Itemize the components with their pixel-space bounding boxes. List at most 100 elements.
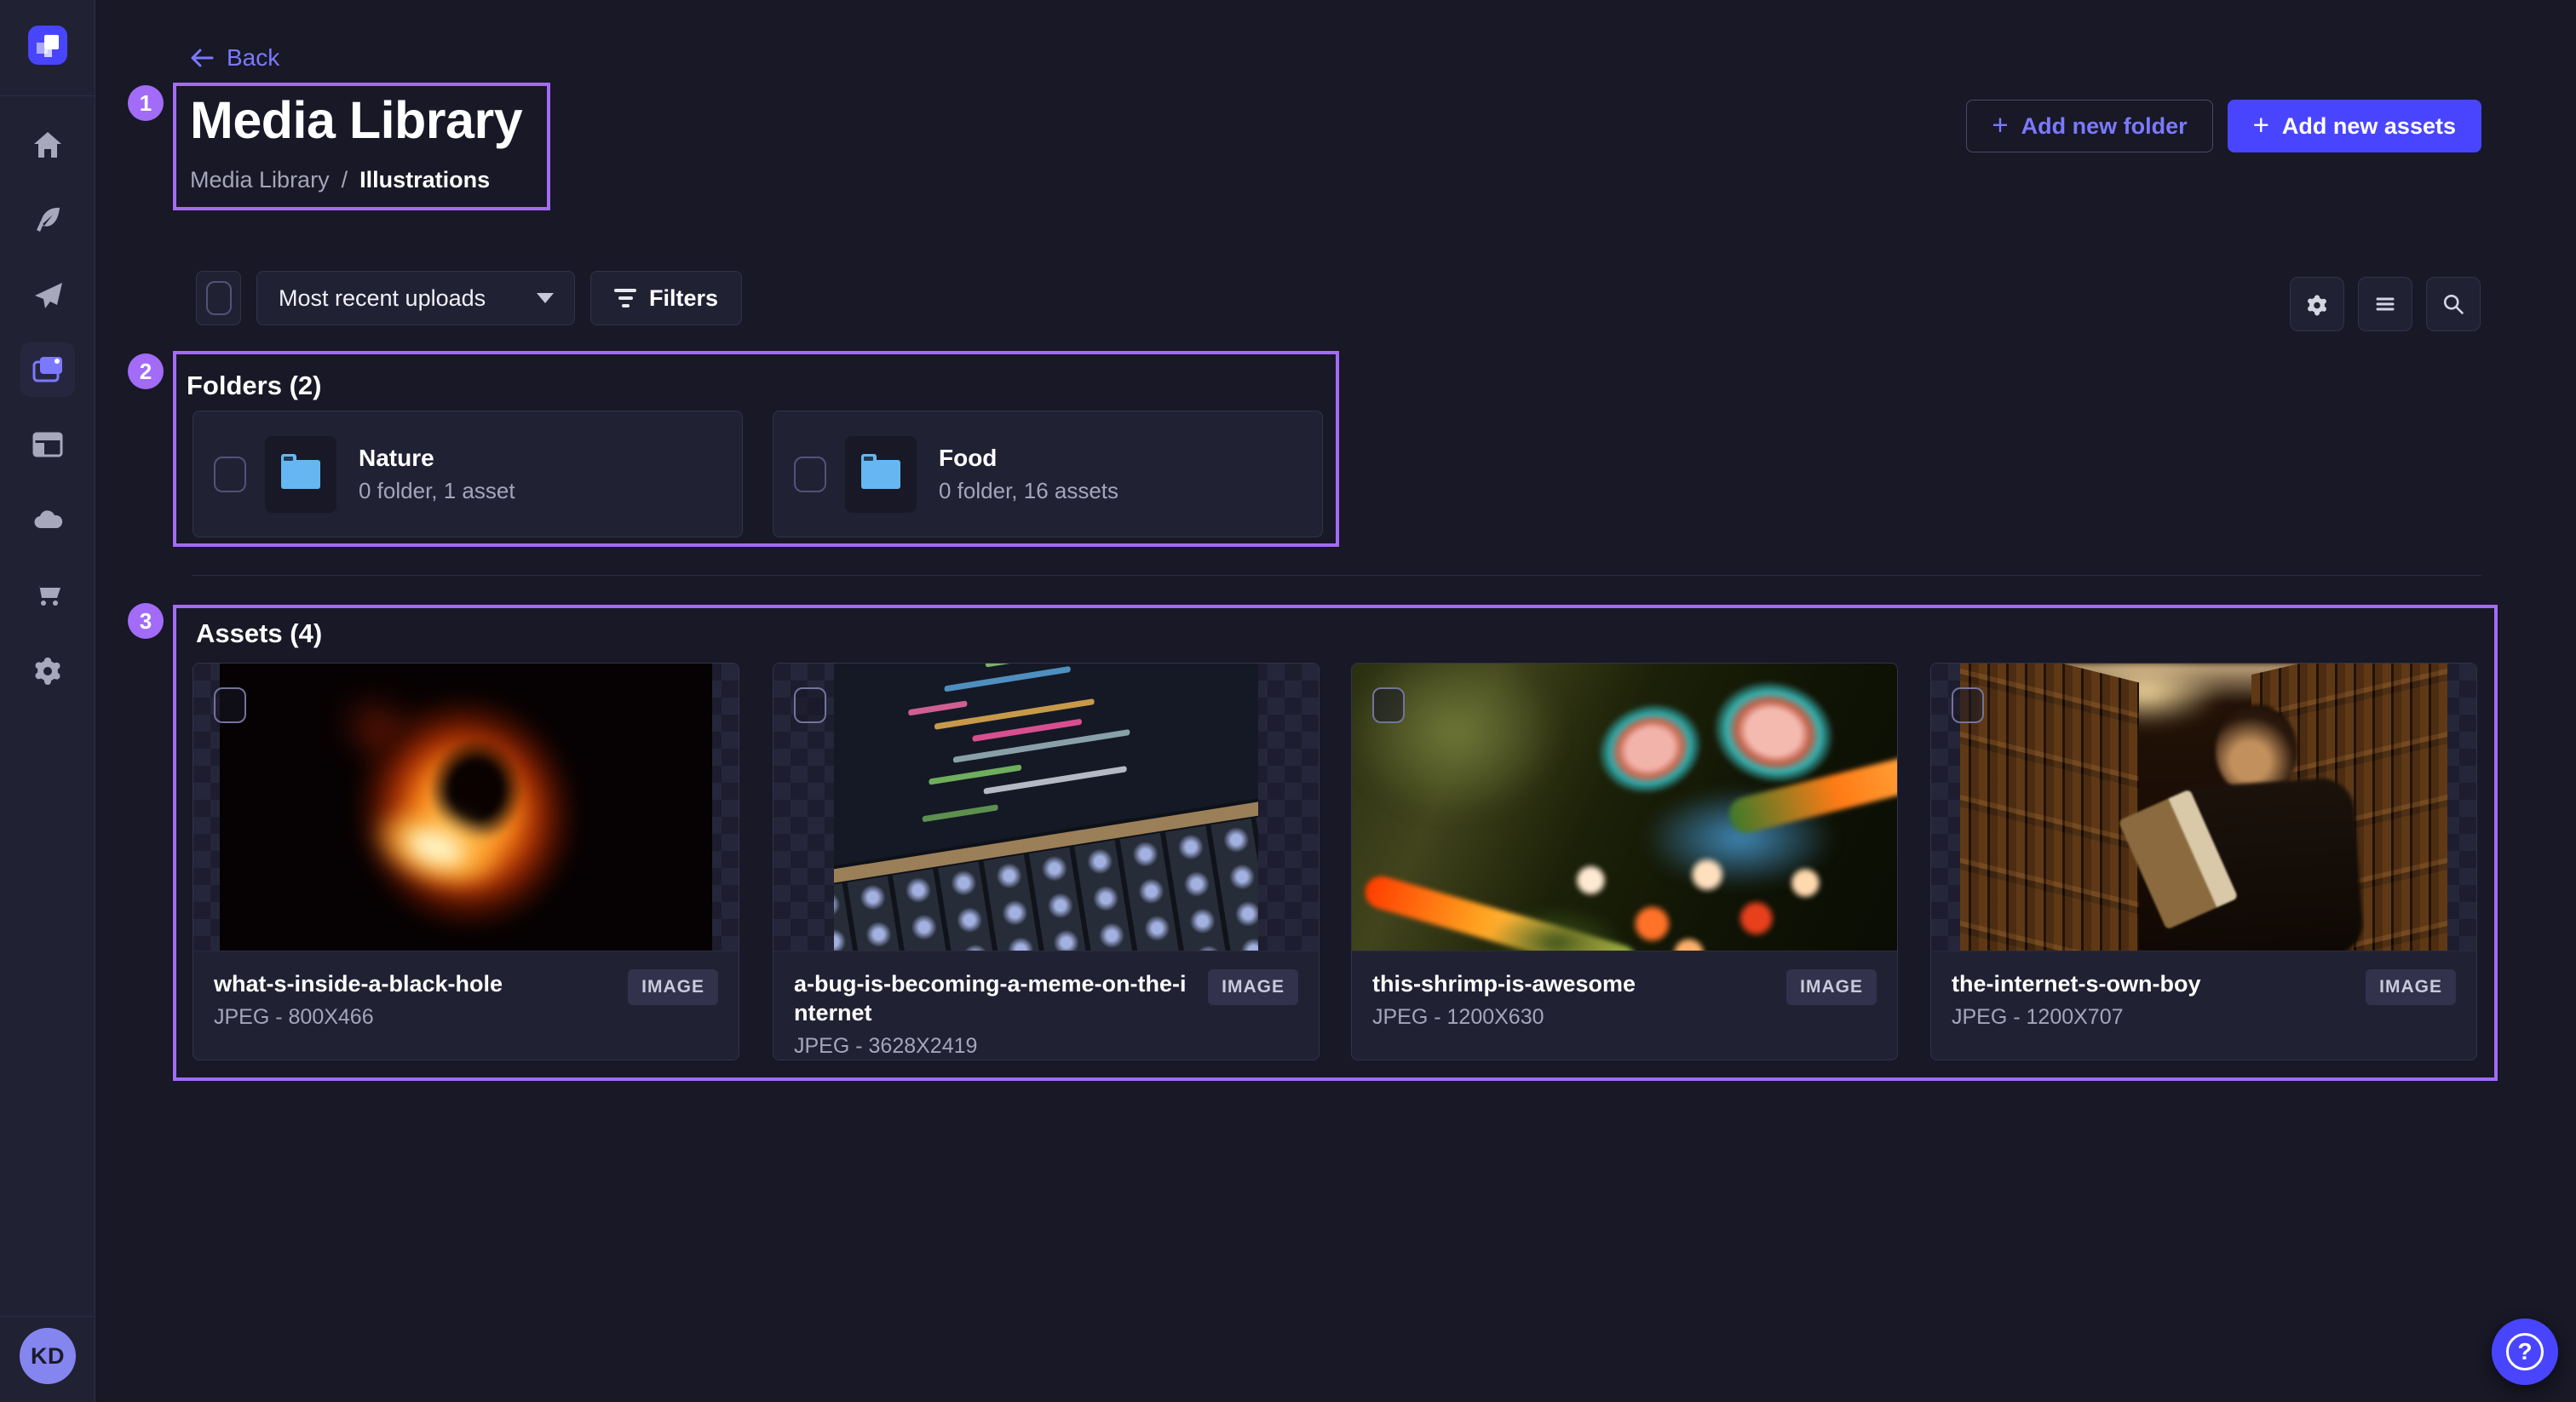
header-actions: + Add new folder + Add new assets bbox=[1966, 100, 2481, 152]
asset-thumbnail[interactable] bbox=[773, 664, 1319, 951]
media-library-icon bbox=[31, 353, 65, 387]
toolbar: Most recent uploads Filters bbox=[196, 271, 742, 325]
gear-icon bbox=[2304, 291, 2330, 317]
folders-heading: Folders (2) bbox=[187, 371, 321, 401]
paper-plane-icon bbox=[31, 278, 65, 312]
search-icon bbox=[2441, 291, 2466, 317]
sidebar-item-cloud[interactable] bbox=[20, 492, 75, 547]
select-all-checkbox-button[interactable] bbox=[196, 271, 241, 325]
settings-button[interactable] bbox=[2290, 277, 2344, 331]
sidebar-item-marketplace[interactable] bbox=[20, 567, 75, 622]
sidebar-item-settings[interactable] bbox=[20, 642, 75, 697]
breadcrumb-current: Illustrations bbox=[359, 167, 490, 193]
asset-meta: JPEG - 1200X707 bbox=[1952, 1005, 2350, 1030]
asset-type-badge: IMAGE bbox=[1208, 969, 1298, 1005]
breadcrumb: Media Library / Illustrations bbox=[190, 167, 490, 193]
sidebar-item-media-library[interactable] bbox=[20, 342, 75, 397]
back-link[interactable]: Back bbox=[189, 44, 279, 72]
folder-card-food[interactable]: Food 0 folder, 16 assets bbox=[773, 411, 1323, 537]
add-new-folder-label: Add new folder bbox=[2021, 113, 2188, 140]
asset-title: a-bug-is-becoming-a-meme-on-the-internet bbox=[794, 969, 1193, 1027]
chevron-down-icon bbox=[537, 293, 554, 303]
user-avatar[interactable]: KD bbox=[20, 1328, 76, 1384]
sidebar-item-content-type-builder[interactable] bbox=[20, 417, 75, 472]
asset-thumbnail[interactable] bbox=[1931, 664, 2476, 951]
folder-icon bbox=[281, 460, 320, 489]
folder-card-nature[interactable]: Nature 0 folder, 1 asset bbox=[193, 411, 743, 537]
asset-checkbox[interactable] bbox=[1952, 687, 1984, 723]
filters-button[interactable]: Filters bbox=[590, 271, 742, 325]
asset-type-badge: IMAGE bbox=[628, 969, 718, 1005]
folder-meta: 0 folder, 1 asset bbox=[359, 478, 515, 504]
plus-icon: + bbox=[1992, 111, 2008, 139]
folder-checkbox[interactable] bbox=[214, 457, 246, 492]
folder-tile bbox=[265, 436, 336, 513]
asset-card-internets-own-boy[interactable]: the-internet-s-own-boy JPEG - 1200X707 I… bbox=[1930, 663, 2477, 1060]
feather-icon bbox=[31, 203, 65, 237]
sidebar-item-home[interactable] bbox=[20, 118, 75, 172]
breadcrumb-root[interactable]: Media Library bbox=[190, 167, 330, 193]
select-all-checkbox[interactable] bbox=[206, 281, 232, 315]
sort-dropdown-value: Most recent uploads bbox=[257, 285, 486, 312]
asset-type-badge: IMAGE bbox=[1786, 969, 1877, 1005]
folder-name[interactable]: Food bbox=[939, 445, 1118, 472]
asset-meta: JPEG - 1200X630 bbox=[1372, 1005, 1771, 1030]
search-button[interactable] bbox=[2426, 277, 2481, 331]
question-mark-icon: ? bbox=[2506, 1333, 2544, 1370]
back-label: Back bbox=[227, 44, 279, 72]
sidebar-item-releases[interactable] bbox=[20, 267, 75, 322]
breadcrumb-separator: / bbox=[342, 167, 348, 193]
cart-icon bbox=[31, 577, 65, 612]
asset-thumbnail[interactable] bbox=[193, 664, 739, 951]
add-new-assets-label: Add new assets bbox=[2282, 113, 2456, 140]
strapi-logo-icon[interactable] bbox=[28, 26, 67, 65]
page-title: Media Library bbox=[190, 90, 522, 150]
filters-label: Filters bbox=[649, 285, 718, 312]
add-new-assets-button[interactable]: + Add new assets bbox=[2228, 100, 2481, 152]
folder-name[interactable]: Nature bbox=[359, 445, 515, 472]
folder-meta: 0 folder, 16 assets bbox=[939, 478, 1118, 504]
asset-meta: JPEG - 3628X2419 bbox=[794, 1034, 1193, 1059]
sort-dropdown[interactable]: Most recent uploads bbox=[256, 271, 575, 325]
mantis-shrimp-image bbox=[1352, 664, 1897, 951]
asset-meta: JPEG - 800X466 bbox=[214, 1005, 612, 1030]
asset-title: the-internet-s-own-boy bbox=[1952, 969, 2350, 998]
list-icon bbox=[2372, 291, 2398, 317]
view-controls bbox=[2290, 277, 2481, 331]
sidebar-divider-bottom bbox=[0, 1316, 95, 1317]
list-view-button[interactable] bbox=[2358, 277, 2412, 331]
annotation-badge-1: 1 bbox=[128, 85, 164, 121]
asset-type-badge: IMAGE bbox=[2366, 969, 2456, 1005]
asset-card-black-hole[interactable]: what-s-inside-a-black-hole JPEG - 800X46… bbox=[193, 663, 739, 1060]
assets-heading: Assets (4) bbox=[196, 618, 322, 649]
sidebar-divider-top bbox=[0, 95, 95, 96]
asset-checkbox[interactable] bbox=[1372, 687, 1405, 723]
folder-icon bbox=[861, 460, 900, 489]
section-divider bbox=[193, 575, 2481, 576]
asset-checkbox[interactable] bbox=[214, 687, 246, 723]
plus-icon: + bbox=[2253, 111, 2269, 139]
folder-tile bbox=[845, 436, 917, 513]
help-button[interactable]: ? bbox=[2492, 1319, 2558, 1385]
asset-card-bug-meme[interactable]: a-bug-is-becoming-a-meme-on-the-internet… bbox=[773, 663, 1320, 1060]
filter-icon bbox=[614, 289, 636, 307]
asset-checkbox[interactable] bbox=[794, 687, 826, 723]
layout-icon bbox=[31, 428, 65, 462]
black-hole-image bbox=[220, 664, 712, 951]
cloud-icon bbox=[31, 503, 65, 537]
annotation-badge-2: 2 bbox=[128, 353, 164, 389]
folder-checkbox[interactable] bbox=[794, 457, 826, 492]
asset-thumbnail[interactable] bbox=[1352, 664, 1897, 951]
sidebar: KD bbox=[0, 0, 95, 1402]
back-arrow-icon bbox=[189, 45, 215, 71]
add-new-folder-button[interactable]: + Add new folder bbox=[1966, 100, 2212, 152]
home-icon bbox=[31, 128, 65, 162]
asset-title: this-shrimp-is-awesome bbox=[1372, 969, 1771, 998]
gear-icon bbox=[31, 652, 65, 687]
sidebar-item-content[interactable] bbox=[20, 192, 75, 247]
media-library-page: KD Back Media Library Media Library / Il… bbox=[0, 0, 2576, 1402]
laptop-code-image bbox=[834, 664, 1258, 951]
asset-card-shrimp[interactable]: this-shrimp-is-awesome JPEG - 1200X630 I… bbox=[1351, 663, 1898, 1060]
asset-title: what-s-inside-a-black-hole bbox=[214, 969, 612, 998]
library-portrait-image bbox=[1960, 664, 2447, 951]
